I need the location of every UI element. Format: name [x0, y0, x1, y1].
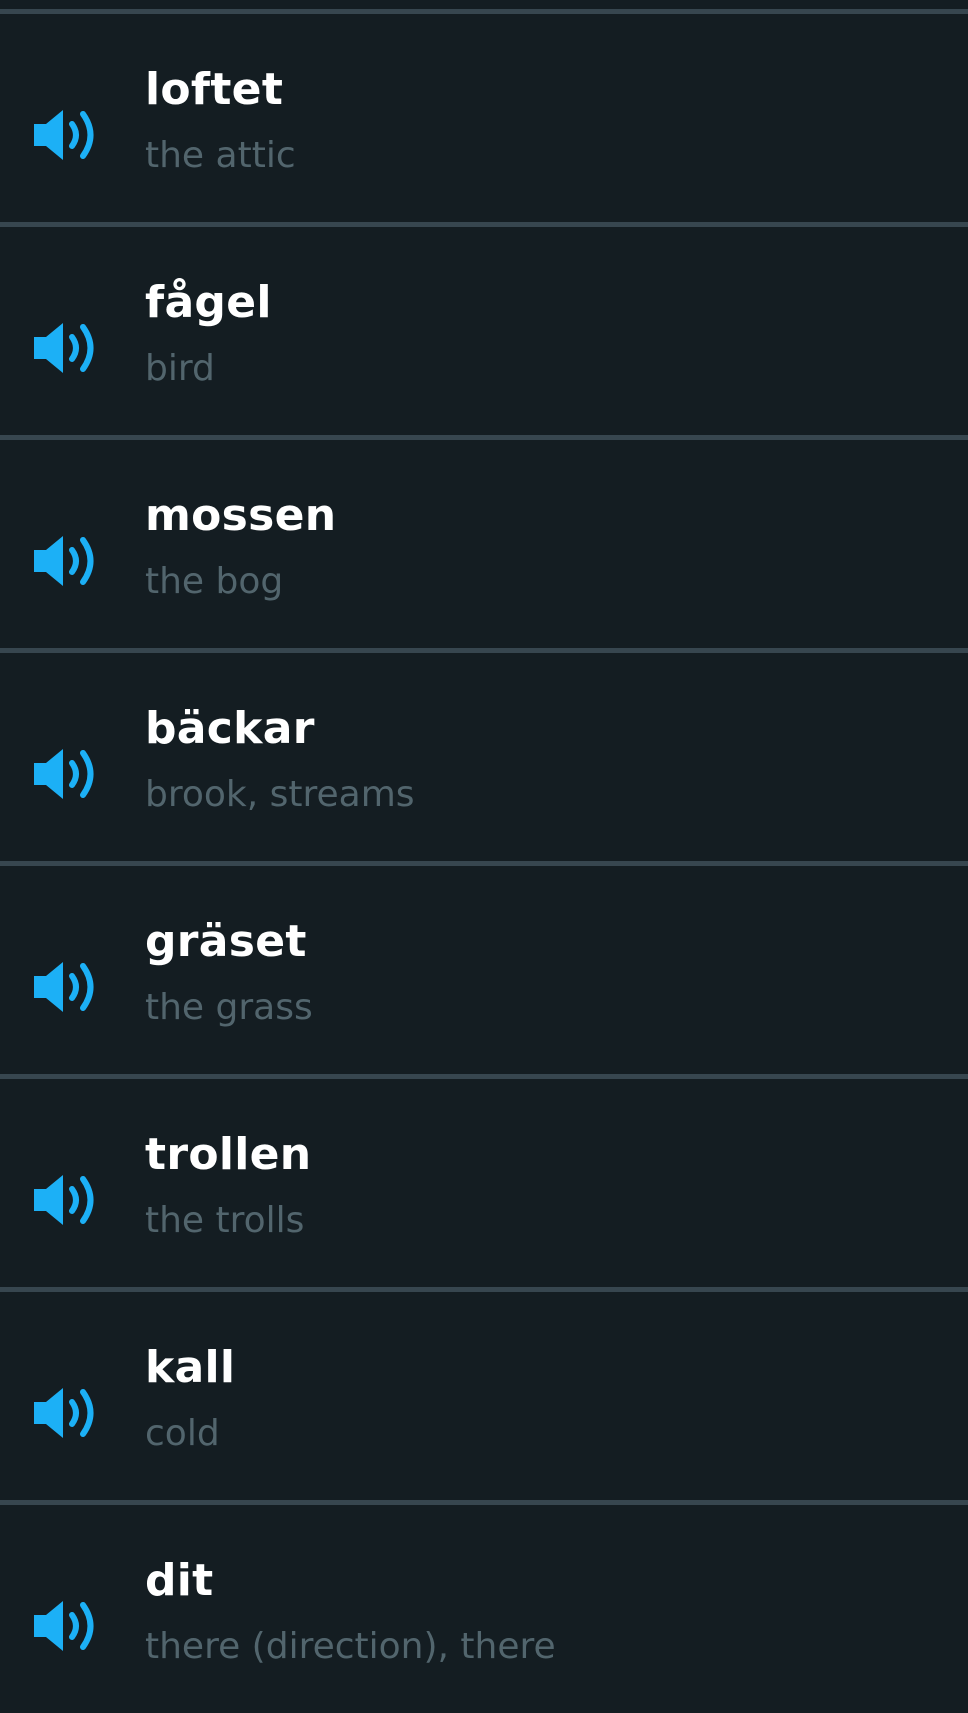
vocab-translation: bird [145, 348, 215, 389]
vocab-word: trollen [145, 1129, 312, 1180]
vocab-word: kall [145, 1342, 236, 1393]
vocab-translation: there (direction), there [145, 1626, 556, 1667]
list-item: kall cold [0, 1292, 968, 1500]
speaker-icon[interactable] [30, 319, 100, 377]
vocab-translation: the bog [145, 561, 284, 602]
speaker-icon[interactable] [30, 1597, 100, 1655]
vocabulary-list: loftet the attic fågel bird mossen the b… [0, 0, 968, 1709]
speaker-icon[interactable] [30, 106, 100, 164]
list-item: trollen the trolls [0, 1079, 968, 1287]
vocab-word: gräset [145, 916, 307, 967]
vocab-translation: the trolls [145, 1200, 305, 1241]
list-item: dit there (direction), there [0, 1505, 968, 1713]
vocab-word: bäckar [145, 703, 315, 754]
speaker-icon[interactable] [30, 532, 100, 590]
speaker-icon[interactable] [30, 745, 100, 803]
vocab-word: dit [145, 1555, 214, 1606]
list-item: bäckar brook, streams [0, 653, 968, 861]
speaker-icon[interactable] [30, 958, 100, 1016]
vocab-translation: the grass [145, 987, 313, 1028]
vocab-word: loftet [145, 64, 284, 115]
list-item: gräset the grass [0, 866, 968, 1074]
vocab-translation: cold [145, 1413, 220, 1454]
vocab-word: fågel [145, 277, 272, 328]
list-item: mossen the bog [0, 440, 968, 648]
speaker-icon[interactable] [30, 1384, 100, 1442]
vocab-translation: brook, streams [145, 774, 415, 815]
vocab-word: mossen [145, 490, 337, 541]
vocab-translation: the attic [145, 135, 296, 176]
speaker-icon[interactable] [30, 1171, 100, 1229]
list-item: loftet the attic [0, 14, 968, 222]
list-item: fågel bird [0, 227, 968, 435]
